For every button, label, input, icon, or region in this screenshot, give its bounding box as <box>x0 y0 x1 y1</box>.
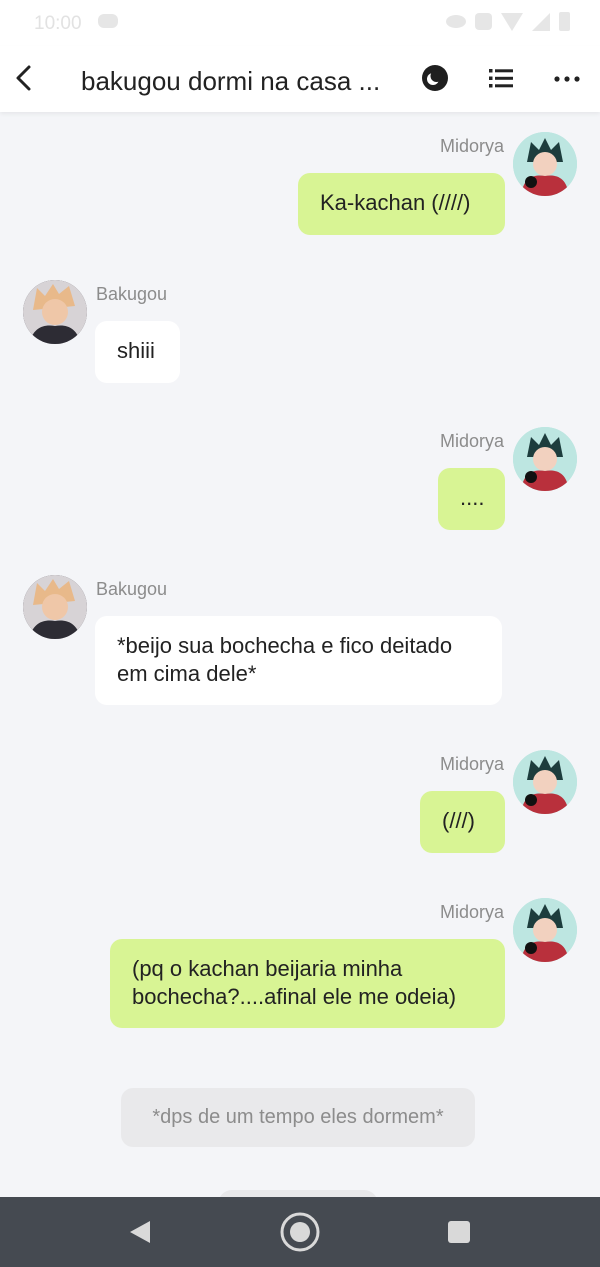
signal-icon <box>532 12 550 31</box>
gamepad-icon <box>98 14 118 28</box>
system-nav-bar <box>0 1197 600 1267</box>
message-bubble[interactable]: *beijo sua bochecha e fico deitado em ci… <box>95 616 502 705</box>
moon-icon[interactable] <box>421 64 449 92</box>
call-icon <box>475 13 492 30</box>
character-avatar-icon <box>513 132 577 196</box>
back-arrow-icon[interactable] <box>10 60 38 96</box>
character-avatar-icon <box>513 898 577 962</box>
avatar-midorya[interactable] <box>513 898 577 962</box>
status-bar: 10:00 <box>0 0 600 46</box>
avatar-bakugou[interactable] <box>23 575 87 639</box>
message-bubble[interactable]: (///) <box>420 791 505 853</box>
character-avatar-icon <box>513 427 577 491</box>
sender-name: Midorya <box>439 754 504 774</box>
message-bubble[interactable]: Ka-kachan (////) <box>298 173 505 235</box>
wifi-icon <box>501 12 523 31</box>
list-icon[interactable] <box>487 65 515 91</box>
status-time: 10:00 <box>34 13 82 34</box>
eye-icon <box>446 15 466 28</box>
more-dots-icon[interactable] <box>553 66 581 92</box>
nav-back-icon[interactable] <box>128 1219 152 1245</box>
chat-title: bakugou dormi na casa ... <box>81 66 381 96</box>
nav-home-icon[interactable] <box>279 1211 321 1253</box>
sender-name: Bakugou <box>96 579 168 599</box>
message-bubble[interactable]: .... <box>438 468 505 530</box>
chat-thread[interactable]: Midorya Ka-kachan (////) Bakugou shiii M… <box>0 112 600 1210</box>
status-icons <box>446 12 570 31</box>
nav-recents-icon[interactable] <box>448 1221 470 1243</box>
character-avatar-icon <box>23 280 87 344</box>
sender-name: Bakugou <box>96 284 168 304</box>
message-bubble[interactable]: shiii <box>95 321 180 383</box>
avatar-midorya[interactable] <box>513 132 577 196</box>
avatar-midorya[interactable] <box>513 427 577 491</box>
sender-name: Midorya <box>439 136 504 156</box>
character-avatar-icon <box>513 750 577 814</box>
sender-name: Midorya <box>439 431 504 451</box>
sender-name: Midorya <box>439 902 504 922</box>
narration-bubble[interactable]: *dps de um tempo eles dormem* <box>121 1088 475 1147</box>
avatar-bakugou[interactable] <box>23 280 87 344</box>
top-app-bar: bakugou dormi na casa ... <box>0 46 600 112</box>
character-avatar-icon <box>23 575 87 639</box>
message-bubble[interactable]: (pq o kachan beijaria minha bochecha?...… <box>110 939 505 1028</box>
battery-icon <box>559 12 570 31</box>
avatar-midorya[interactable] <box>513 750 577 814</box>
